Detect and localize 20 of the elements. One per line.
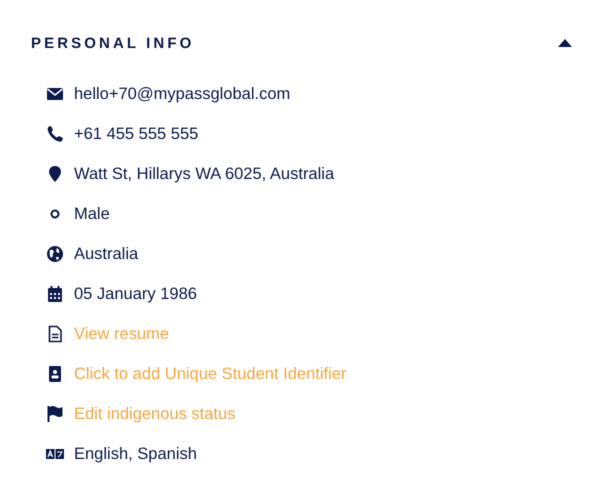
info-text: Watt St, Hillarys WA 6025, Australia <box>74 164 334 184</box>
link[interactable]: View resume <box>74 324 170 344</box>
info-text: 05 January 1986 <box>74 284 197 304</box>
globe-icon <box>46 245 64 263</box>
info-text: English, Spanish <box>74 444 197 464</box>
flag-icon <box>46 405 64 423</box>
info-text: Australia <box>74 244 138 264</box>
info-text: hello+70@mypassglobal.com <box>74 84 290 104</box>
calendar-icon <box>46 285 64 303</box>
envelope-icon <box>46 85 64 103</box>
link[interactable]: Edit indigenous status <box>74 404 236 424</box>
link[interactable]: Click to add Unique Student Identifier <box>74 364 346 384</box>
id-badge-icon <box>46 365 64 383</box>
info-text: +61 455 555 555 <box>74 124 198 144</box>
caret-up-icon[interactable] <box>558 39 572 47</box>
map-pin-icon <box>46 165 64 183</box>
phone-icon <box>46 125 64 143</box>
document-icon <box>46 325 64 343</box>
info-text: Male <box>74 204 110 224</box>
section-title: PERSONAL INFO <box>31 34 194 52</box>
